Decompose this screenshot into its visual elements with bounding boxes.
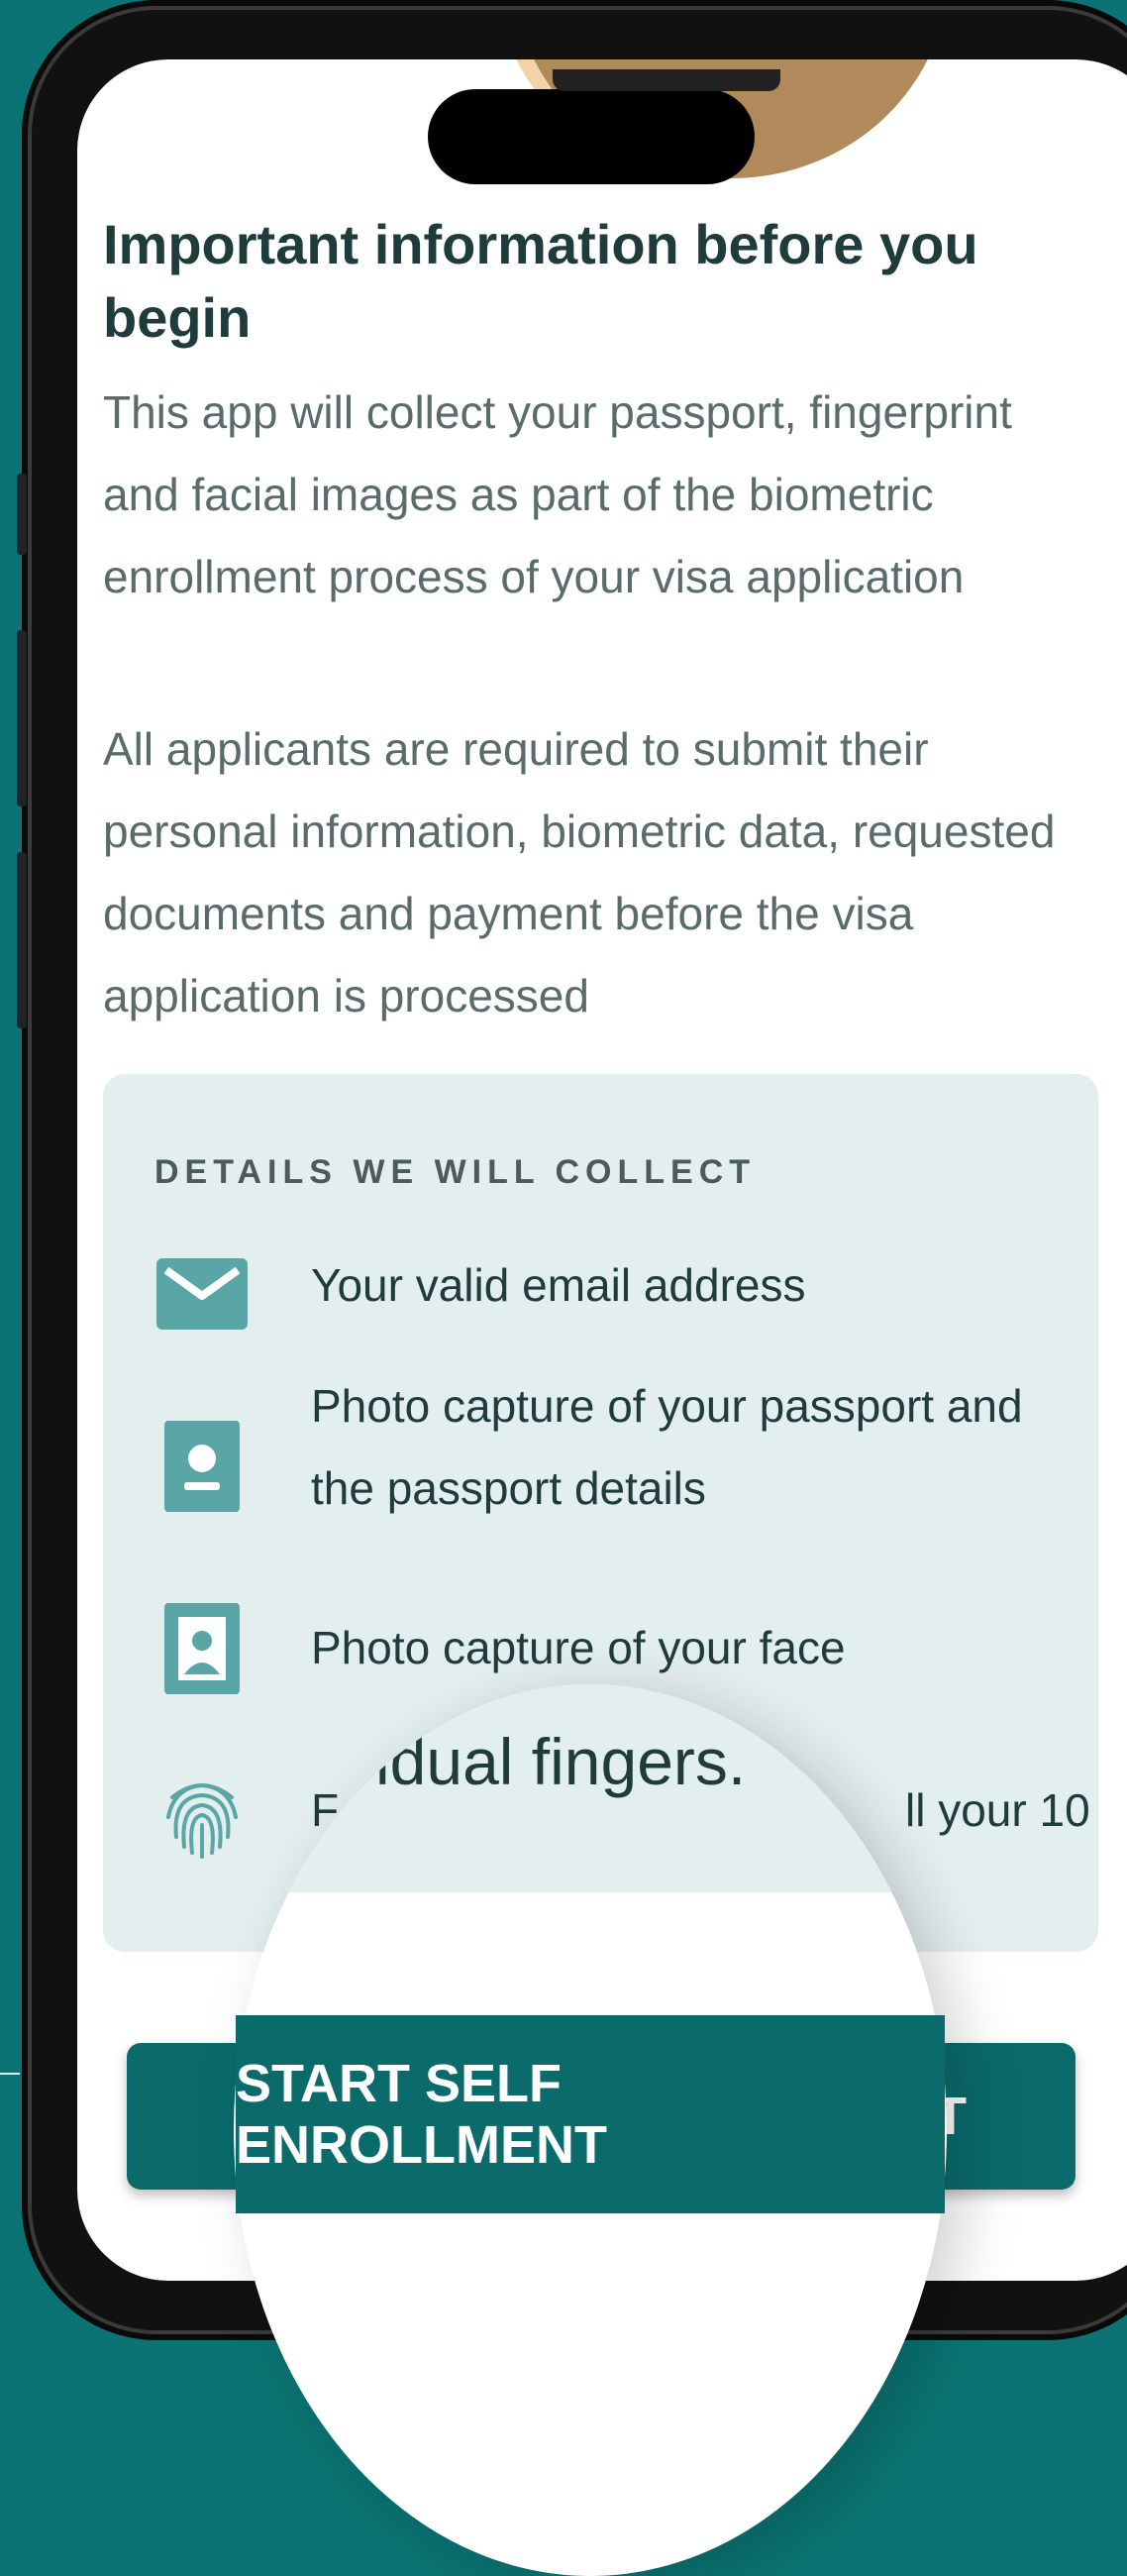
magnified-start-self-enrollment-button[interactable]: START SELF ENROLLMENT <box>236 2015 945 2213</box>
passport-icon <box>164 1421 240 1512</box>
detail-item-label: Your valid email address <box>311 1259 806 1311</box>
phone-volume-down-button <box>17 852 27 1028</box>
intro-paragraph-requirements: All applicants are required to submit th… <box>103 723 1056 1021</box>
face-photo-icon <box>164 1603 240 1694</box>
phone-side-button <box>17 474 27 555</box>
dynamic-island <box>428 89 755 184</box>
detail-item-label: Photo capture of your face <box>311 1622 846 1673</box>
magnified-fingerprint-text: vidual fingers. <box>343 1725 747 1798</box>
detail-item-label: Photo capture of your passport and the p… <box>311 1380 1023 1514</box>
email-icon <box>156 1258 248 1330</box>
page-title: Important information before you begin <box>103 213 978 349</box>
intro-paragraph-collection: This app will collect your passport, fin… <box>103 386 1012 602</box>
speaker-grille <box>553 69 780 91</box>
background-divider-line <box>0 2073 20 2075</box>
details-card-heading: DETAILS WE WILL COLLECT <box>154 1153 757 1191</box>
phone-volume-up-button <box>17 630 27 806</box>
